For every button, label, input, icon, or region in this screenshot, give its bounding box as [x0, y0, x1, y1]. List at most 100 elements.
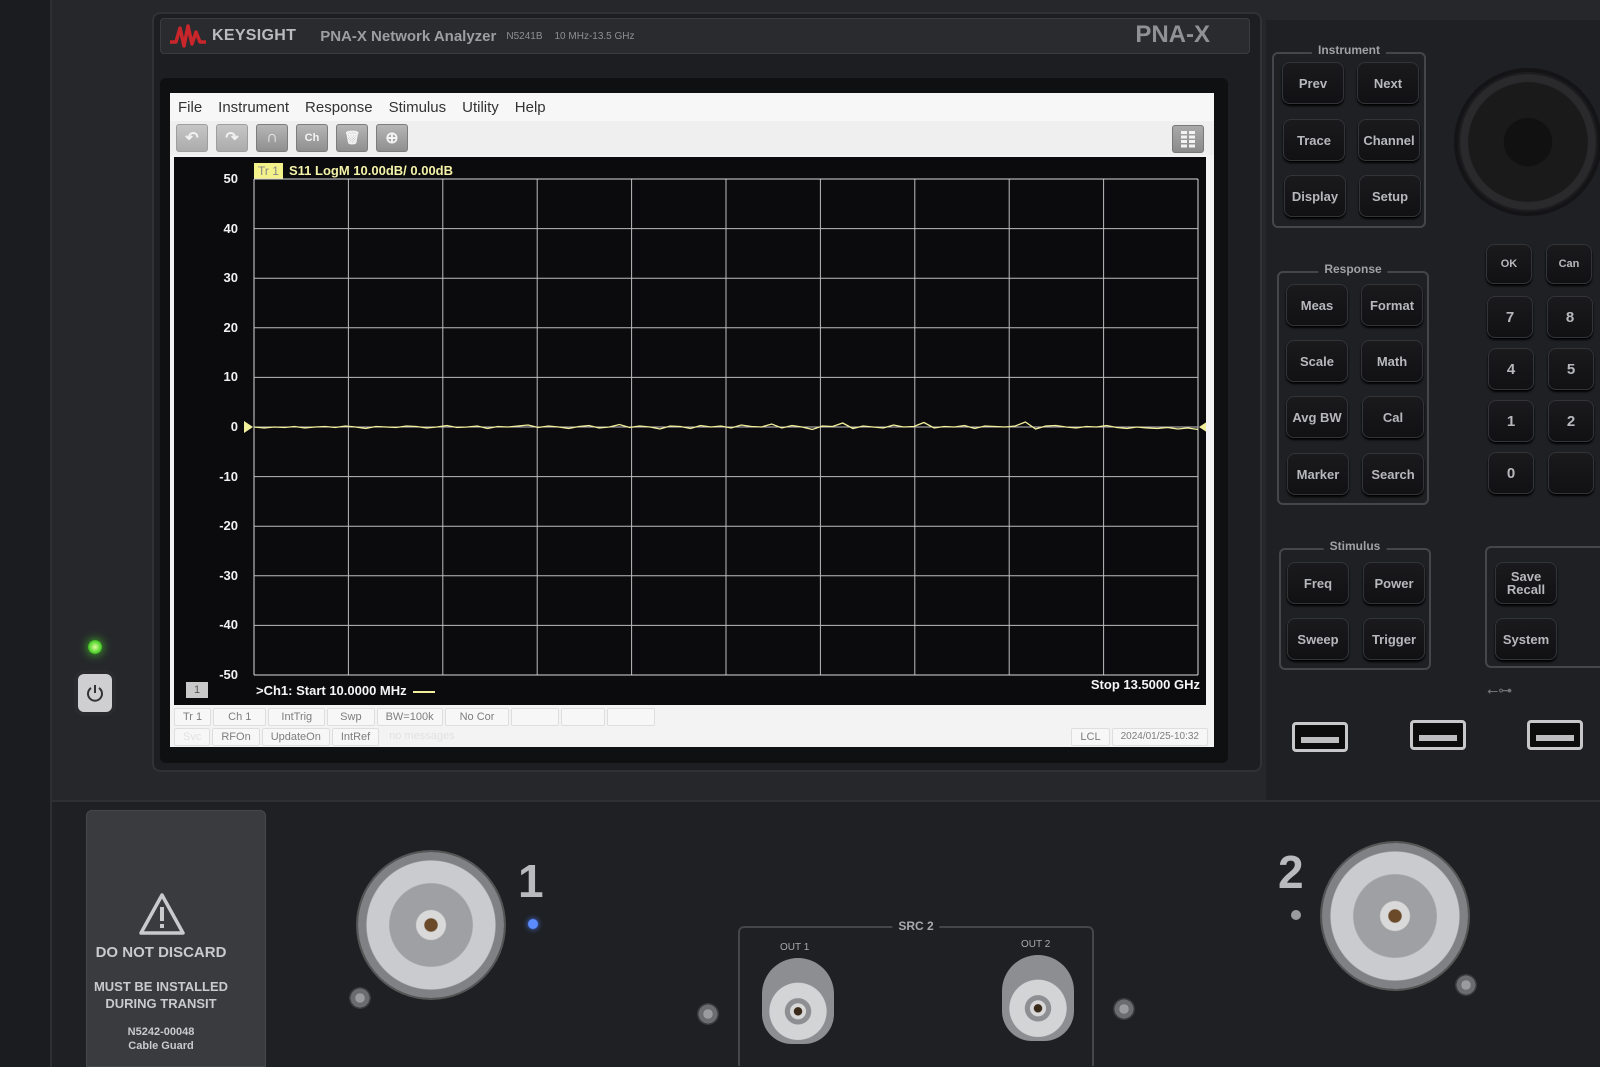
num-2-key[interactable]: 2 — [1548, 400, 1594, 442]
out2-connector[interactable] — [1002, 955, 1074, 1041]
product-name: PNA-X Network Analyzer — [320, 27, 497, 45]
port-1-label: 1 — [518, 855, 544, 907]
undo-button[interactable]: ↶ — [176, 124, 208, 152]
num-8-key[interactable]: 8 — [1547, 296, 1593, 338]
src2-title: SRC 2 — [892, 919, 940, 933]
status-service[interactable]: Svc — [174, 728, 211, 746]
toolbar: ↶ ↷ ∩ Ch 🗑 ⊕ — [170, 121, 1214, 155]
pna-x-front-panel: KEYSIGHT PNA-X Network Analyzer N5241B 1… — [0, 0, 1600, 1067]
power-button[interactable] — [78, 674, 112, 712]
status-right: LCL 2024/01/25-10:32 — [1071, 728, 1210, 746]
num-0-key[interactable]: 0 — [1488, 452, 1534, 494]
add-channel-button[interactable]: Ch — [296, 124, 328, 152]
grid-icon — [1181, 131, 1195, 148]
num-1-key[interactable]: 1 — [1488, 400, 1534, 442]
save-recall-key[interactable]: Save Recall — [1495, 562, 1557, 604]
port-2-connector[interactable] — [1322, 843, 1468, 989]
usb-port-1[interactable] — [1292, 722, 1348, 752]
system-key[interactable]: System — [1495, 618, 1557, 660]
trigger-key[interactable]: Trigger — [1363, 618, 1425, 660]
add-channel-icon: Ch — [304, 132, 320, 144]
status-trace[interactable]: Tr 1 — [174, 708, 212, 726]
layout-grid-button[interactable] — [1172, 125, 1204, 153]
screw — [1113, 998, 1135, 1020]
start-frequency-text: >Ch1: Start 10.0000 MHz — [256, 683, 407, 698]
port-1-connector[interactable] — [358, 852, 504, 998]
status-bar-bottom: Svc RFOn UpdateOn IntRef no messages LCL… — [174, 727, 1210, 747]
keysight-logo-icon — [170, 24, 206, 48]
channel-badge[interactable]: 1 — [186, 682, 208, 698]
next-key[interactable]: Next — [1357, 62, 1419, 104]
meas-key[interactable]: Meas — [1286, 284, 1348, 326]
rotary-knob[interactable] — [1458, 72, 1598, 212]
add-trace-button[interactable]: ∩ — [256, 124, 288, 152]
usb-port-3[interactable] — [1527, 720, 1583, 750]
display-key[interactable]: Display — [1284, 175, 1346, 217]
menu-file[interactable]: File — [178, 99, 202, 116]
guard-note-1: MUST BE INSTALLED — [93, 979, 229, 994]
stop-frequency[interactable]: Stop 13.5000 GHz — [1091, 677, 1200, 692]
delete-icon: 🗑 — [343, 130, 361, 145]
menu-instrument[interactable]: Instrument — [218, 99, 289, 116]
out1-connector[interactable] — [762, 958, 834, 1044]
num-dot-key[interactable] — [1548, 452, 1594, 494]
undo-icon: ↶ — [185, 130, 199, 147]
status-messages: no messages — [389, 730, 455, 742]
usb-icon: ⭠⊶ — [1487, 682, 1513, 698]
status-correction[interactable]: No Cor — [444, 708, 510, 726]
math-key[interactable]: Math — [1361, 340, 1423, 382]
redo-icon: ↷ — [225, 130, 239, 147]
trace-key[interactable]: Trace — [1283, 119, 1345, 161]
format-key[interactable]: Format — [1361, 284, 1423, 326]
num-5-key[interactable]: 5 — [1548, 348, 1594, 390]
plot-svg — [244, 178, 1206, 676]
guard-note-2: DURING TRANSIT — [105, 996, 217, 1011]
menu-bar: File Instrument Response Stimulus Utilit… — [170, 93, 1214, 121]
menu-response[interactable]: Response — [305, 99, 373, 116]
instrument-group-title: Instrument — [1311, 43, 1387, 57]
redo-button[interactable]: ↷ — [216, 124, 248, 152]
status-rf[interactable]: RFOn — [212, 728, 260, 746]
cancel-key[interactable]: Can — [1546, 244, 1592, 284]
status-datetime: 2024/01/25-10:32 — [1111, 728, 1208, 746]
power-key[interactable]: Power — [1363, 562, 1425, 604]
num-4-key[interactable]: 4 — [1488, 348, 1534, 390]
status-reference[interactable]: IntRef — [331, 728, 380, 746]
status-channel[interactable]: Ch 1 — [213, 708, 267, 726]
status-bandwidth[interactable]: BW=100k — [376, 708, 443, 726]
brand-name: KEYSIGHT — [212, 27, 297, 44]
prev-key[interactable]: Prev — [1282, 62, 1344, 104]
menu-help[interactable]: Help — [515, 99, 546, 116]
setup-key[interactable]: Setup — [1359, 175, 1421, 217]
usb-port-2[interactable] — [1410, 720, 1466, 750]
power-icon — [87, 685, 103, 702]
trace-window[interactable]: Tr 1 S11 LogM 10.00dB/ 0.00dB 50 40 30 20 10… — [174, 157, 1206, 705]
out2-label: OUT 2 — [1021, 939, 1051, 950]
screw — [697, 1003, 719, 1025]
status-sweep[interactable]: Swp — [327, 708, 375, 726]
cal-key[interactable]: Cal — [1362, 396, 1424, 438]
channel-key[interactable]: Channel — [1358, 119, 1420, 161]
status-empty-2 — [561, 708, 606, 726]
sweep-key[interactable]: Sweep — [1287, 618, 1349, 660]
delete-button[interactable]: 🗑 — [336, 124, 368, 152]
ok-key[interactable]: OK — [1486, 244, 1532, 284]
reference-marker-right — [1199, 422, 1206, 432]
status-update[interactable]: UpdateOn — [261, 728, 330, 746]
scale-key[interactable]: Scale — [1286, 340, 1348, 382]
status-empty-1 — [511, 708, 560, 726]
freq-key[interactable]: Freq — [1287, 562, 1349, 604]
status-empty-3 — [607, 708, 656, 726]
zoom-button[interactable]: ⊕ — [376, 124, 408, 152]
num-7-key[interactable]: 7 — [1487, 296, 1533, 338]
start-frequency[interactable]: >Ch1: Start 10.0000 MHz — [256, 683, 435, 698]
search-key[interactable]: Search — [1362, 453, 1424, 495]
power-led — [88, 640, 102, 654]
avg-bw-key[interactable]: Avg BW — [1286, 396, 1348, 438]
menu-utility[interactable]: Utility — [462, 99, 499, 116]
marker-key[interactable]: Marker — [1287, 453, 1349, 495]
menu-stimulus[interactable]: Stimulus — [389, 99, 447, 116]
stimulus-group-title: Stimulus — [1323, 539, 1387, 553]
guard-subtitle: Cable Guard — [128, 1040, 194, 1052]
status-trigger[interactable]: IntTrig — [268, 708, 326, 726]
